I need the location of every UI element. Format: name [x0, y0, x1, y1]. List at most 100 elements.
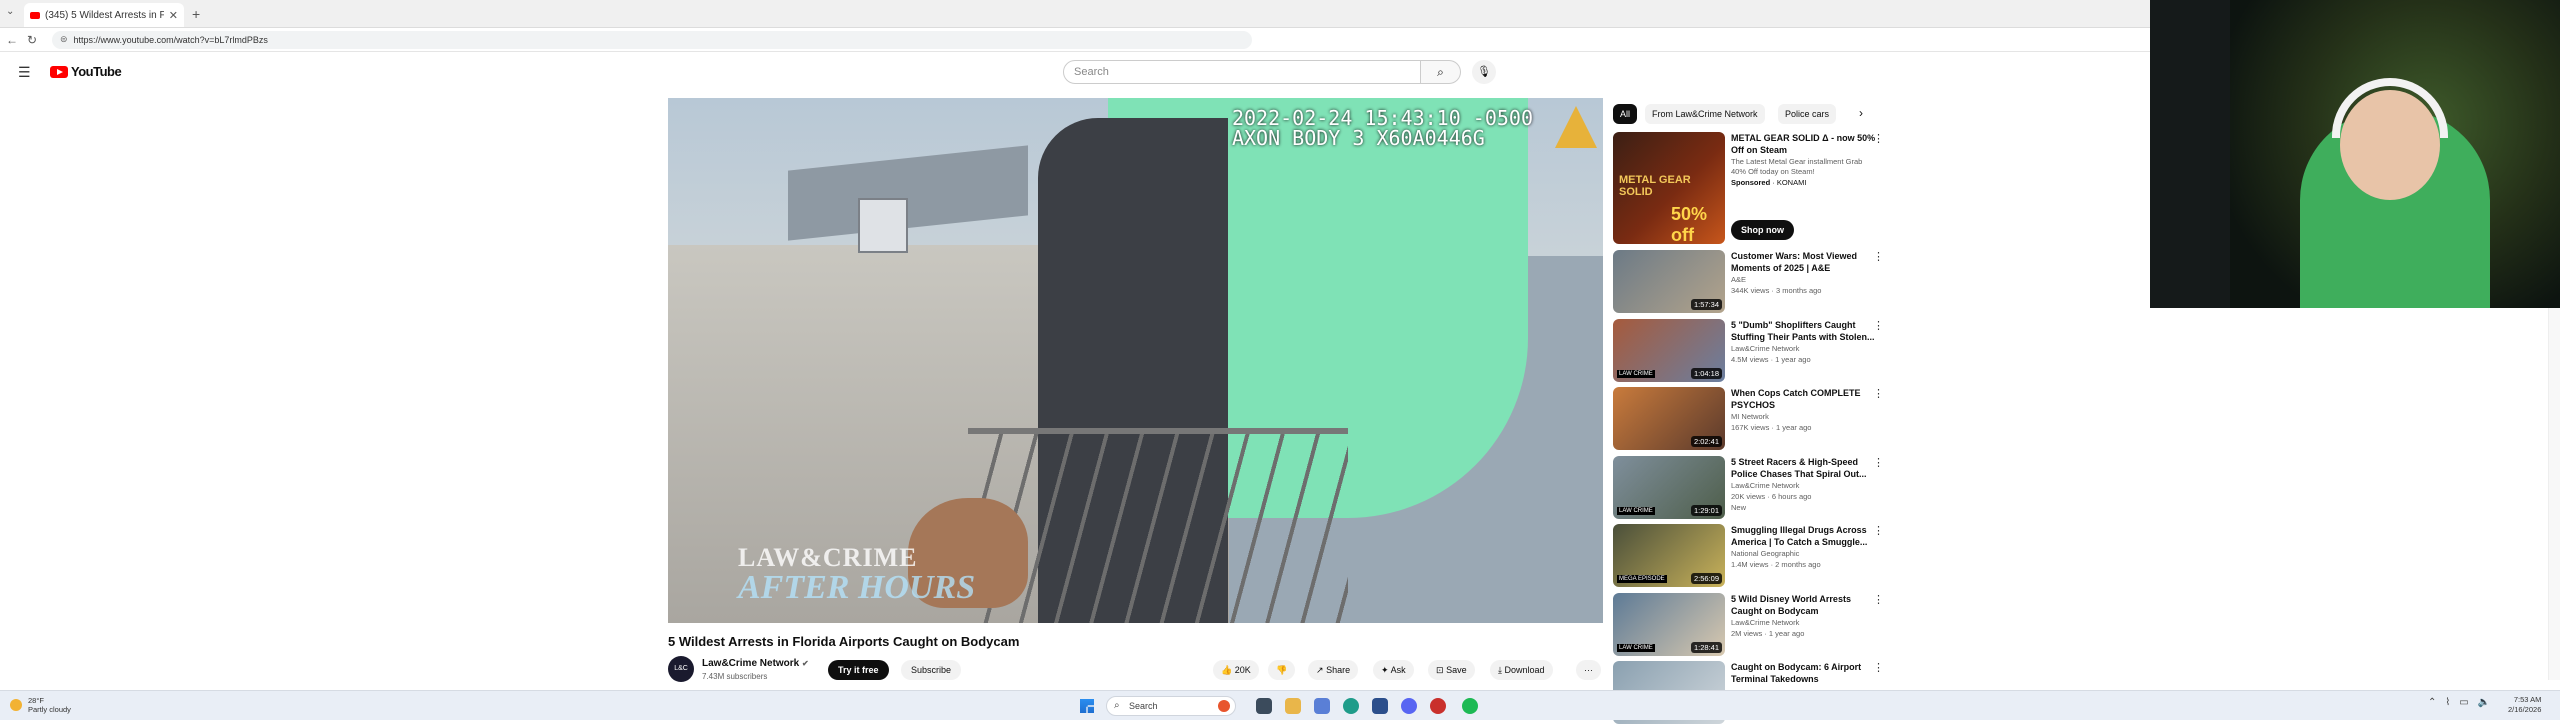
- recommendation-card[interactable]: MEGA EPISODE 2:56:09 Smuggling Illegal Dru…: [1613, 524, 1889, 588]
- recommendation-thumbnail[interactable]: LAW CRIME 1:28:41: [1613, 592, 1725, 656]
- recommendation-title[interactable]: 5 "Dumb" Shoplifters Caught Stuffing The…: [1731, 319, 1879, 343]
- recommendation-thumbnail[interactable]: 1:57:34: [1613, 250, 1725, 313]
- weather-desc: Partly cloudy: [28, 705, 71, 714]
- browser-tab[interactable]: (345) 5 Wildest Arrests in Flo ✕: [24, 3, 184, 27]
- edge-icon[interactable]: [1343, 698, 1359, 714]
- address-bar[interactable]: ⊜ https://www.youtube.com/watch?v=bL7rlm…: [52, 30, 1252, 49]
- recommendation-meta: 4.5M views · 1 year ago: [1731, 354, 1811, 364]
- network-icon[interactable]: ⌇: [2445, 697, 2450, 708]
- copilot-icon[interactable]: [1218, 700, 1230, 712]
- chip-all[interactable]: All: [1613, 104, 1638, 124]
- recommendation-title[interactable]: When Cops Catch COMPLETE PSYCHOS: [1731, 387, 1879, 411]
- bodycam-timestamp: 2022-02-24 15:43:10 -0500 AXON BODY 3 X6…: [1232, 108, 1533, 148]
- reload-icon[interactable]: ↻: [24, 33, 40, 47]
- recommendation-channel[interactable]: Law&Crime Network: [1731, 481, 1879, 491]
- new-tab-button[interactable]: +: [192, 6, 200, 22]
- recommendation-title[interactable]: Smuggling Illegal Drugs Across America |…: [1731, 524, 1879, 548]
- thumbnail-badge: LAW CRIME: [1617, 369, 1655, 378]
- save-button[interactable]: ⊡ Save: [1428, 660, 1475, 680]
- recommendation-card[interactable]: 2:02:41 When Cops Catch COMPLETE PSYCHOS M…: [1613, 387, 1889, 451]
- thumbnail-badge: LAW CRIME: [1617, 643, 1655, 652]
- recommendation-title[interactable]: Customer Wars: Most Viewed Moments of 20…: [1731, 250, 1879, 274]
- video-title: 5 Wildest Arrests in Florida Airports Ca…: [668, 634, 1020, 649]
- chip-police-cars[interactable]: Police cars: [1778, 104, 1837, 124]
- recommendation-channel[interactable]: MI Network: [1731, 412, 1879, 422]
- more-options-icon[interactable]: ⋮: [1873, 661, 1884, 674]
- dislike-button[interactable]: 👎: [1268, 660, 1296, 680]
- recommendation-meta: 2M views · 1 year ago: [1731, 628, 1805, 638]
- recommendation-channel[interactable]: Law&Crime Network: [1731, 618, 1879, 628]
- recommendation-card[interactable]: 1:57:34 Customer Wars: Most Viewed Moment…: [1613, 250, 1889, 314]
- more-actions-button[interactable]: ···: [1576, 660, 1601, 680]
- download-button[interactable]: ⤓ Download: [1490, 660, 1553, 680]
- ad-thumbnail[interactable]: METAL GEAR SOLID 50% off: [1613, 132, 1725, 244]
- chip-from-channel[interactable]: From Law&Crime Network: [1645, 104, 1765, 124]
- windows-taskbar: 28°F Partly cloudy ⌕ Search ⌃ ⌇ ▭ 🔈 7:53 …: [0, 690, 2560, 720]
- windows-start-icon[interactable]: [1080, 699, 1094, 713]
- youtube-logo[interactable]: YouTube: [50, 64, 122, 79]
- recommendation-thumbnail[interactable]: LAW CRIME 1:29:01: [1613, 455, 1725, 519]
- site-info-icon[interactable]: ⊜: [60, 34, 68, 45]
- volume-icon[interactable]: 🔈: [2478, 697, 2490, 708]
- taskbar-search[interactable]: ⌕ Search: [1106, 696, 1236, 716]
- recommendation-thumbnail[interactable]: 2:02:41: [1613, 387, 1725, 450]
- shop-now-button[interactable]: Shop now: [1731, 220, 1794, 240]
- ad-title[interactable]: METAL GEAR SOLID Δ - now 50% Off on Stea…: [1731, 132, 1879, 156]
- like-button[interactable]: 👍 20K: [1213, 660, 1259, 680]
- chevron-up-icon[interactable]: ⌃: [2428, 697, 2436, 708]
- task-view-icon[interactable]: [1256, 698, 1272, 714]
- recommendation-card[interactable]: LAW CRIME 1:28:41 5 Wild Disney World Arre…: [1613, 592, 1889, 657]
- file-explorer-icon[interactable]: [1285, 698, 1301, 714]
- recommendation-channel[interactable]: Law&Crime Network: [1731, 344, 1879, 354]
- recommendation-thumbnail[interactable]: LAW CRIME 1:04:18: [1613, 318, 1725, 382]
- weather-widget[interactable]: 28°F Partly cloudy: [10, 696, 71, 714]
- discord-icon[interactable]: [1401, 698, 1417, 714]
- subscriber-count: 7.43M subscribers: [702, 672, 768, 681]
- ask-button[interactable]: ✦ Ask: [1373, 660, 1414, 680]
- recommendation-card[interactable]: LAW CRIME 1:04:18 5 "Dumb" Shoplifters Cau…: [1613, 318, 1889, 383]
- chevron-right-icon[interactable]: ›: [1859, 106, 1863, 120]
- channel-name[interactable]: Law&Crime Network ✔: [702, 658, 809, 669]
- verified-icon: ✔: [802, 659, 809, 668]
- obs-icon[interactable]: [1430, 698, 1446, 714]
- recommendation-thumbnail[interactable]: MEGA EPISODE 2:56:09: [1613, 524, 1725, 587]
- search-button[interactable]: ⌕: [1421, 60, 1461, 84]
- back-icon[interactable]: ←: [4, 33, 20, 47]
- ad-thumb-title: METAL GEAR SOLID: [1619, 174, 1691, 198]
- more-options-icon[interactable]: ⋮: [1873, 524, 1884, 537]
- calculator-icon[interactable]: [1372, 698, 1388, 714]
- url-text: https://www.youtube.com/watch?v=bL7rlmdP…: [73, 34, 268, 45]
- more-options-icon[interactable]: ⋮: [1873, 387, 1884, 400]
- tab-close-icon[interactable]: ✕: [169, 9, 178, 22]
- taskbar-clock[interactable]: 7:53 AM 2/16/2026: [2508, 695, 2541, 715]
- channel-avatar[interactable]: L&C: [668, 656, 694, 682]
- video-player[interactable]: 2022-02-24 15:43:10 -0500 AXON BODY 3 X6…: [668, 98, 1603, 623]
- youtube-play-icon: [50, 65, 68, 78]
- recommendation-channel[interactable]: A&E: [1731, 275, 1879, 285]
- recommendation-channel[interactable]: National Geographic: [1731, 549, 1879, 559]
- store-icon[interactable]: [1314, 698, 1330, 714]
- share-button[interactable]: ↗ Share: [1308, 660, 1359, 680]
- more-options-icon[interactable]: ⋮: [1873, 456, 1884, 469]
- recommendation-title[interactable]: 5 Street Racers & High-Speed Police Chas…: [1731, 456, 1879, 480]
- display-icon[interactable]: ▭: [2459, 697, 2468, 708]
- more-options-icon[interactable]: ⋮: [1873, 250, 1884, 263]
- menu-icon[interactable]: ☰: [18, 64, 31, 81]
- subscribe-button[interactable]: Subscribe: [901, 660, 962, 680]
- tab-list-icon[interactable]: ⌄: [6, 6, 14, 17]
- partly-cloudy-icon: [10, 699, 22, 711]
- voice-search-icon[interactable]: 🎙: [1472, 60, 1496, 84]
- share-icon: ↗: [1316, 665, 1324, 675]
- more-options-icon[interactable]: ⋮: [1873, 132, 1884, 145]
- spotify-icon[interactable]: [1462, 698, 1478, 714]
- search-input[interactable]: Search: [1063, 60, 1421, 84]
- recommendation-card[interactable]: LAW CRIME 1:29:01 5 Street Racers & High-S…: [1613, 455, 1889, 520]
- try-free-button[interactable]: Try it free: [828, 660, 889, 680]
- sponsored-ad-card[interactable]: METAL GEAR SOLID 50% off METAL GEAR SOLI…: [1613, 132, 1889, 244]
- recommendation-title[interactable]: Caught on Bodycam: 6 Airport Terminal Ta…: [1731, 661, 1879, 685]
- more-options-icon[interactable]: ⋮: [1873, 319, 1884, 332]
- recommendation-title[interactable]: 5 Wild Disney World Arrests Caught on Bo…: [1731, 593, 1879, 617]
- page-scrollbar[interactable]: [2548, 308, 2560, 680]
- browser-tab-bar: ⌄ (345) 5 Wildest Arrests in Flo ✕ +: [0, 0, 2150, 28]
- more-options-icon[interactable]: ⋮: [1873, 593, 1884, 606]
